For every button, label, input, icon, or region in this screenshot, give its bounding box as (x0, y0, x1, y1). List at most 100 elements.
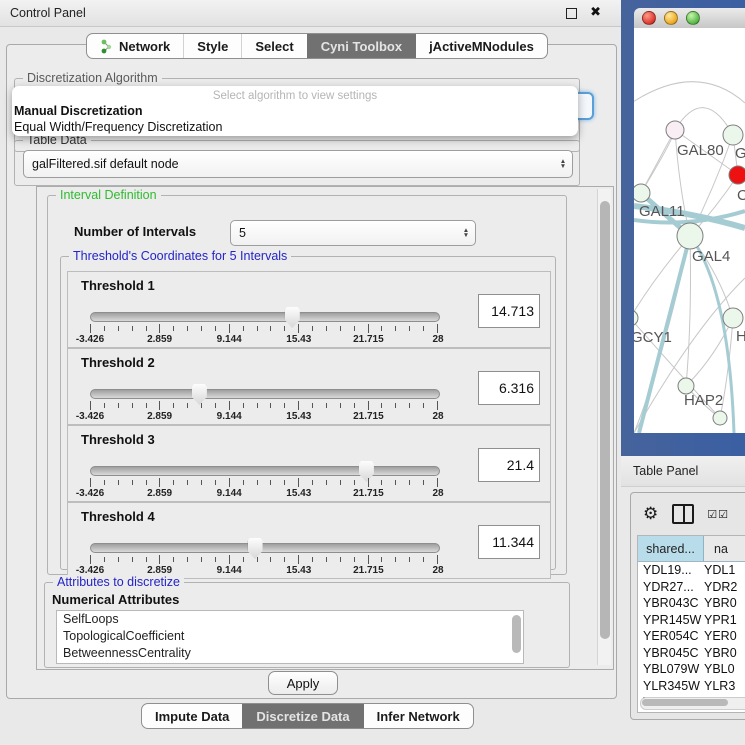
vertical-scrollbar-thumb[interactable] (600, 201, 610, 639)
tick-mark (173, 557, 174, 562)
tick-mark (215, 326, 216, 331)
tick-mark (326, 326, 327, 331)
threshold-value-field[interactable]: 6.316 (478, 371, 540, 405)
minimize-traffic-light-icon[interactable] (664, 11, 678, 25)
control-panel-title: Control Panel (10, 6, 86, 20)
table-row[interactable]: YPR145WYPR1 (638, 612, 745, 629)
table-row[interactable]: YDR27...YDR2 (638, 579, 745, 596)
tick-mark (257, 480, 258, 485)
tab-style[interactable]: Style (183, 34, 241, 58)
cell-shared-name: YPR145W (638, 612, 704, 629)
tick-mark (368, 555, 369, 564)
tick-mark (173, 326, 174, 331)
tick-label: 28 (432, 565, 443, 576)
table-row[interactable]: YLR345WYLR3 (638, 678, 745, 695)
apply-button[interactable]: Apply (268, 671, 338, 695)
tick-mark (395, 557, 396, 562)
table-data-group: Table Data galFiltered.sif default node … (14, 140, 580, 186)
network-node-ga[interactable] (723, 125, 743, 145)
network-node-c[interactable] (729, 166, 745, 184)
tick-mark (354, 480, 355, 485)
tab-select[interactable]: Select (241, 34, 306, 58)
tick-mark (409, 480, 410, 485)
network-node-h[interactable] (723, 308, 743, 328)
tick-mark (187, 480, 188, 485)
tick-mark (229, 324, 230, 333)
table-row[interactable]: YER054CYER0 (638, 628, 745, 645)
num-intervals-combobox[interactable]: 5 ▲▼ (230, 220, 476, 246)
tab-impute-data[interactable]: Impute Data (142, 704, 242, 728)
network-node[interactable] (713, 411, 727, 425)
column-header-shared-name[interactable]: shared... (638, 536, 704, 561)
network-node-gcy1[interactable] (634, 310, 638, 326)
tick-mark (201, 403, 202, 408)
cell-name: YDL1 (704, 562, 745, 579)
close-traffic-light-icon[interactable] (642, 11, 656, 25)
checkbox-icons[interactable]: ☑☑ (707, 508, 729, 521)
tick-mark (326, 480, 327, 485)
threshold-value-field[interactable]: 11.344 (478, 525, 540, 559)
tick-mark (354, 557, 355, 562)
attribute-list-item[interactable]: SelfLoops (57, 611, 523, 628)
tab-infer-network[interactable]: Infer Network (363, 704, 473, 728)
slider-ticks (90, 555, 438, 564)
network-node-gal11[interactable] (634, 184, 650, 202)
network-canvas[interactable]: GAL80GACGAL11GAL4GCY1HHAP2 (634, 28, 745, 433)
zoom-traffic-light-icon[interactable] (686, 11, 700, 25)
network-window-titlebar[interactable] (634, 8, 745, 29)
threshold-value-field[interactable]: 21.4 (478, 448, 540, 482)
tick-label: 15.43 (286, 488, 311, 499)
tab-discretize-data[interactable]: Discretize Data (242, 704, 362, 728)
attribute-list-item[interactable]: TopologicalCoefficient (57, 628, 523, 645)
tick-mark (215, 480, 216, 485)
threshold-slider[interactable] (90, 466, 440, 476)
threshold-value-field[interactable]: 14.713 (478, 294, 540, 328)
vertical-scrollbar[interactable] (597, 189, 611, 665)
cell-shared-name: YBL079W (638, 661, 704, 678)
close-icon[interactable]: ✖ (590, 4, 601, 20)
tab-cyni-toolbox[interactable]: Cyni Toolbox (307, 34, 415, 58)
tick-mark (90, 478, 91, 487)
network-node-label: GCY1 (634, 329, 672, 346)
tick-mark (270, 326, 271, 331)
network-node-gal80[interactable] (666, 121, 684, 139)
tab-network[interactable]: Network (87, 34, 183, 58)
table-row[interactable]: YBR043CYBR0 (638, 595, 745, 612)
threshold-label: Threshold 1 (81, 278, 155, 293)
network-node-gal4[interactable] (677, 223, 703, 249)
tick-mark (423, 326, 424, 331)
table-panel-titlebar: Table Panel (621, 456, 745, 487)
tab-label: Style (197, 39, 228, 54)
threshold-slider[interactable] (90, 312, 440, 322)
tick-mark (187, 326, 188, 331)
horizontal-scrollbar-thumb[interactable] (642, 699, 728, 706)
columns-icon[interactable] (672, 504, 694, 524)
float-window-icon[interactable] (566, 8, 577, 19)
tick-label: 9.144 (217, 411, 242, 422)
tab-jactivemnodules[interactable]: jActiveMNodules (415, 34, 547, 58)
tick-mark (326, 557, 327, 562)
cell-shared-name: YBR045C (638, 645, 704, 662)
gear-icon[interactable]: ⚙ (643, 504, 658, 524)
tick-mark (159, 555, 160, 564)
table-row[interactable]: YBL079WYBL0 (638, 661, 745, 678)
table-toolbar: ⚙ ☑☑ (631, 499, 745, 529)
table-data-combobox[interactable]: galFiltered.sif default node ▲▼ (23, 150, 573, 178)
horizontal-scrollbar[interactable] (640, 697, 745, 710)
table-row[interactable]: YDL19...YDL1 (638, 562, 745, 579)
column-header-name[interactable]: na (704, 536, 745, 561)
tab-label: Impute Data (155, 709, 229, 724)
threshold-slider[interactable] (90, 389, 440, 399)
algorithm-dropdown-popup: Select algorithm to view settings Manual… (12, 86, 578, 136)
attribute-list-item[interactable]: BetweennessCentrality (57, 645, 523, 662)
slider-ticks (90, 478, 438, 487)
numerical-attributes-label: Numerical Attributes (52, 592, 179, 607)
threshold-slider[interactable] (90, 543, 440, 553)
tick-mark (243, 557, 244, 562)
dropdown-option-manual[interactable]: Manual Discretization (12, 103, 578, 119)
list-scrollbar-thumb[interactable] (512, 615, 521, 653)
table-row[interactable]: YBR045CYBR0 (638, 645, 745, 662)
dropdown-option-equal-width[interactable]: Equal Width/Frequency Discretization (12, 119, 578, 135)
tick-mark (409, 557, 410, 562)
tick-mark (187, 403, 188, 408)
